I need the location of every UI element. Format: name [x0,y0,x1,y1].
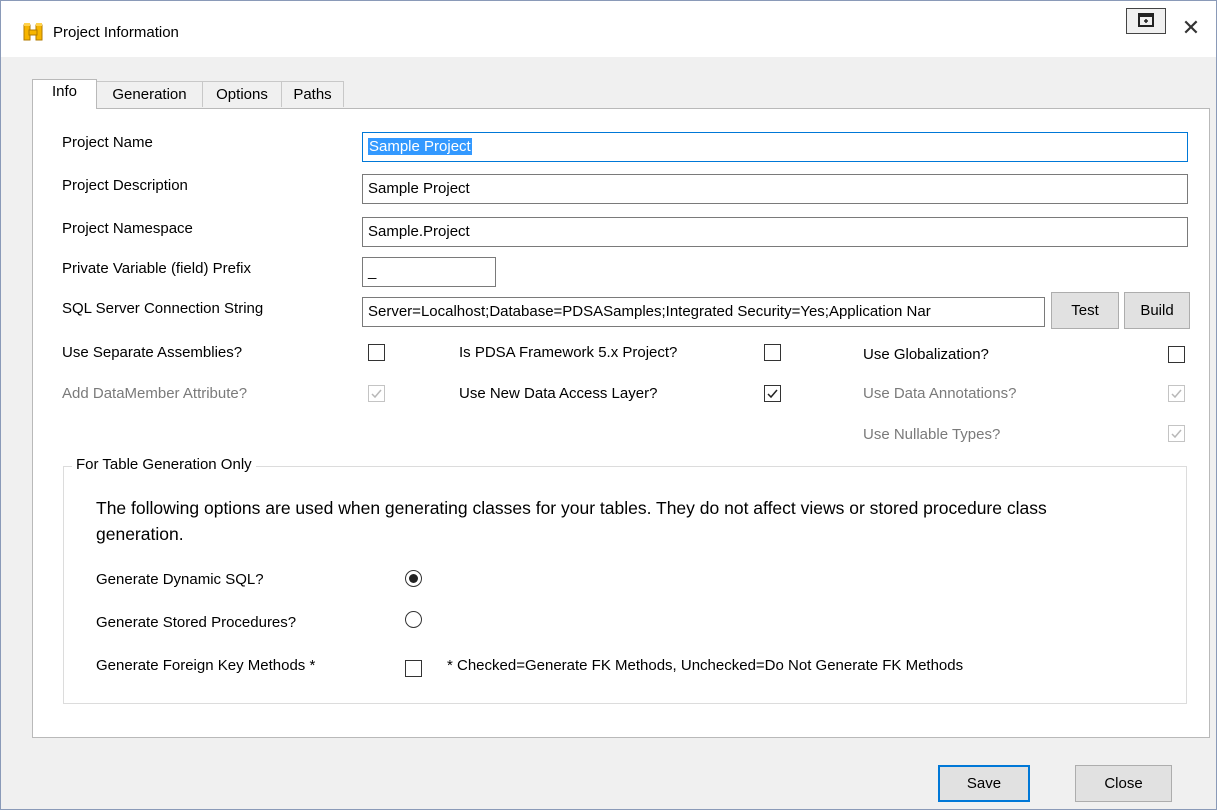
pdsa-framework-label: Is PDSA Framework 5.x Project? [459,344,678,361]
build-connection-button[interactable]: Build [1124,292,1190,329]
project-information-dialog: Project Information ✕ Info Generation Op… [0,0,1217,810]
stored-procedures-label: Generate Stored Procedures? [96,614,297,631]
radio-selected-dot [409,574,418,583]
pdsa-framework-checkbox[interactable] [764,344,781,361]
foreign-key-label: Generate Foreign Key Methods * [96,657,316,674]
project-description-field[interactable]: Sample Project [362,174,1188,204]
field-prefix-field[interactable]: _ [362,257,496,287]
nullable-types-label: Use Nullable Types? [863,426,1001,443]
globalization-label: Use Globalization? [863,346,989,363]
table-generation-legend: For Table Generation Only [72,456,256,473]
project-name-field[interactable]: Sample Project [362,132,1188,162]
foreign-key-checkbox[interactable] [405,660,422,677]
foreign-key-note: * Checked=Generate FK Methods, Unchecked… [447,657,964,674]
tab-generation[interactable]: Generation [96,81,203,107]
datamember-attribute-checkbox[interactable] [368,385,385,402]
tab-options[interactable]: Options [202,81,282,107]
project-namespace-label: Project Namespace [62,220,193,237]
globalization-checkbox[interactable] [1168,346,1185,363]
test-connection-button[interactable]: Test [1051,292,1119,329]
project-name-value: Sample Project [368,138,472,155]
save-button[interactable]: Save [938,765,1030,802]
checkmark-icon [1171,389,1182,399]
restore-window-icon [1127,13,1165,37]
window-title: Project Information [53,24,179,41]
separate-assemblies-label: Use Separate Assemblies? [62,344,243,361]
title-bar[interactable]: Project Information ✕ [1,1,1216,57]
dynamic-sql-label: Generate Dynamic SQL? [96,571,264,588]
connection-string-label: SQL Server Connection String [62,300,264,317]
project-description-label: Project Description [62,177,188,194]
connection-string-field[interactable]: Server=Localhost;Database=PDSASamples;In… [362,297,1045,327]
new-data-access-label: Use New Data Access Layer? [459,385,658,402]
stored-procedures-radio[interactable] [405,611,422,628]
tab-paths[interactable]: Paths [281,81,344,107]
project-namespace-field[interactable]: Sample.Project [362,217,1188,247]
close-icon: ✕ [1181,15,1201,40]
restore-button[interactable] [1126,8,1166,34]
dynamic-sql-radio[interactable] [405,570,422,587]
datamember-attribute-label: Add DataMember Attribute? [62,385,248,402]
checkmark-icon [371,389,382,399]
project-name-label: Project Name [62,134,153,151]
close-window-button[interactable]: ✕ [1179,17,1203,41]
close-button[interactable]: Close [1075,765,1172,802]
project-app-icon [23,23,43,41]
field-prefix-label: Private Variable (field) Prefix [62,260,251,277]
separate-assemblies-checkbox[interactable] [368,344,385,361]
data-annotations-label: Use Data Annotations? [863,385,1017,402]
checkmark-icon [767,389,778,399]
new-data-access-checkbox[interactable] [764,385,781,402]
nullable-types-checkbox[interactable] [1168,425,1185,442]
table-generation-description: The following options are used when gene… [96,498,1047,544]
tab-info[interactable]: Info [32,79,97,109]
data-annotations-checkbox[interactable] [1168,385,1185,402]
checkmark-icon [1171,429,1182,439]
